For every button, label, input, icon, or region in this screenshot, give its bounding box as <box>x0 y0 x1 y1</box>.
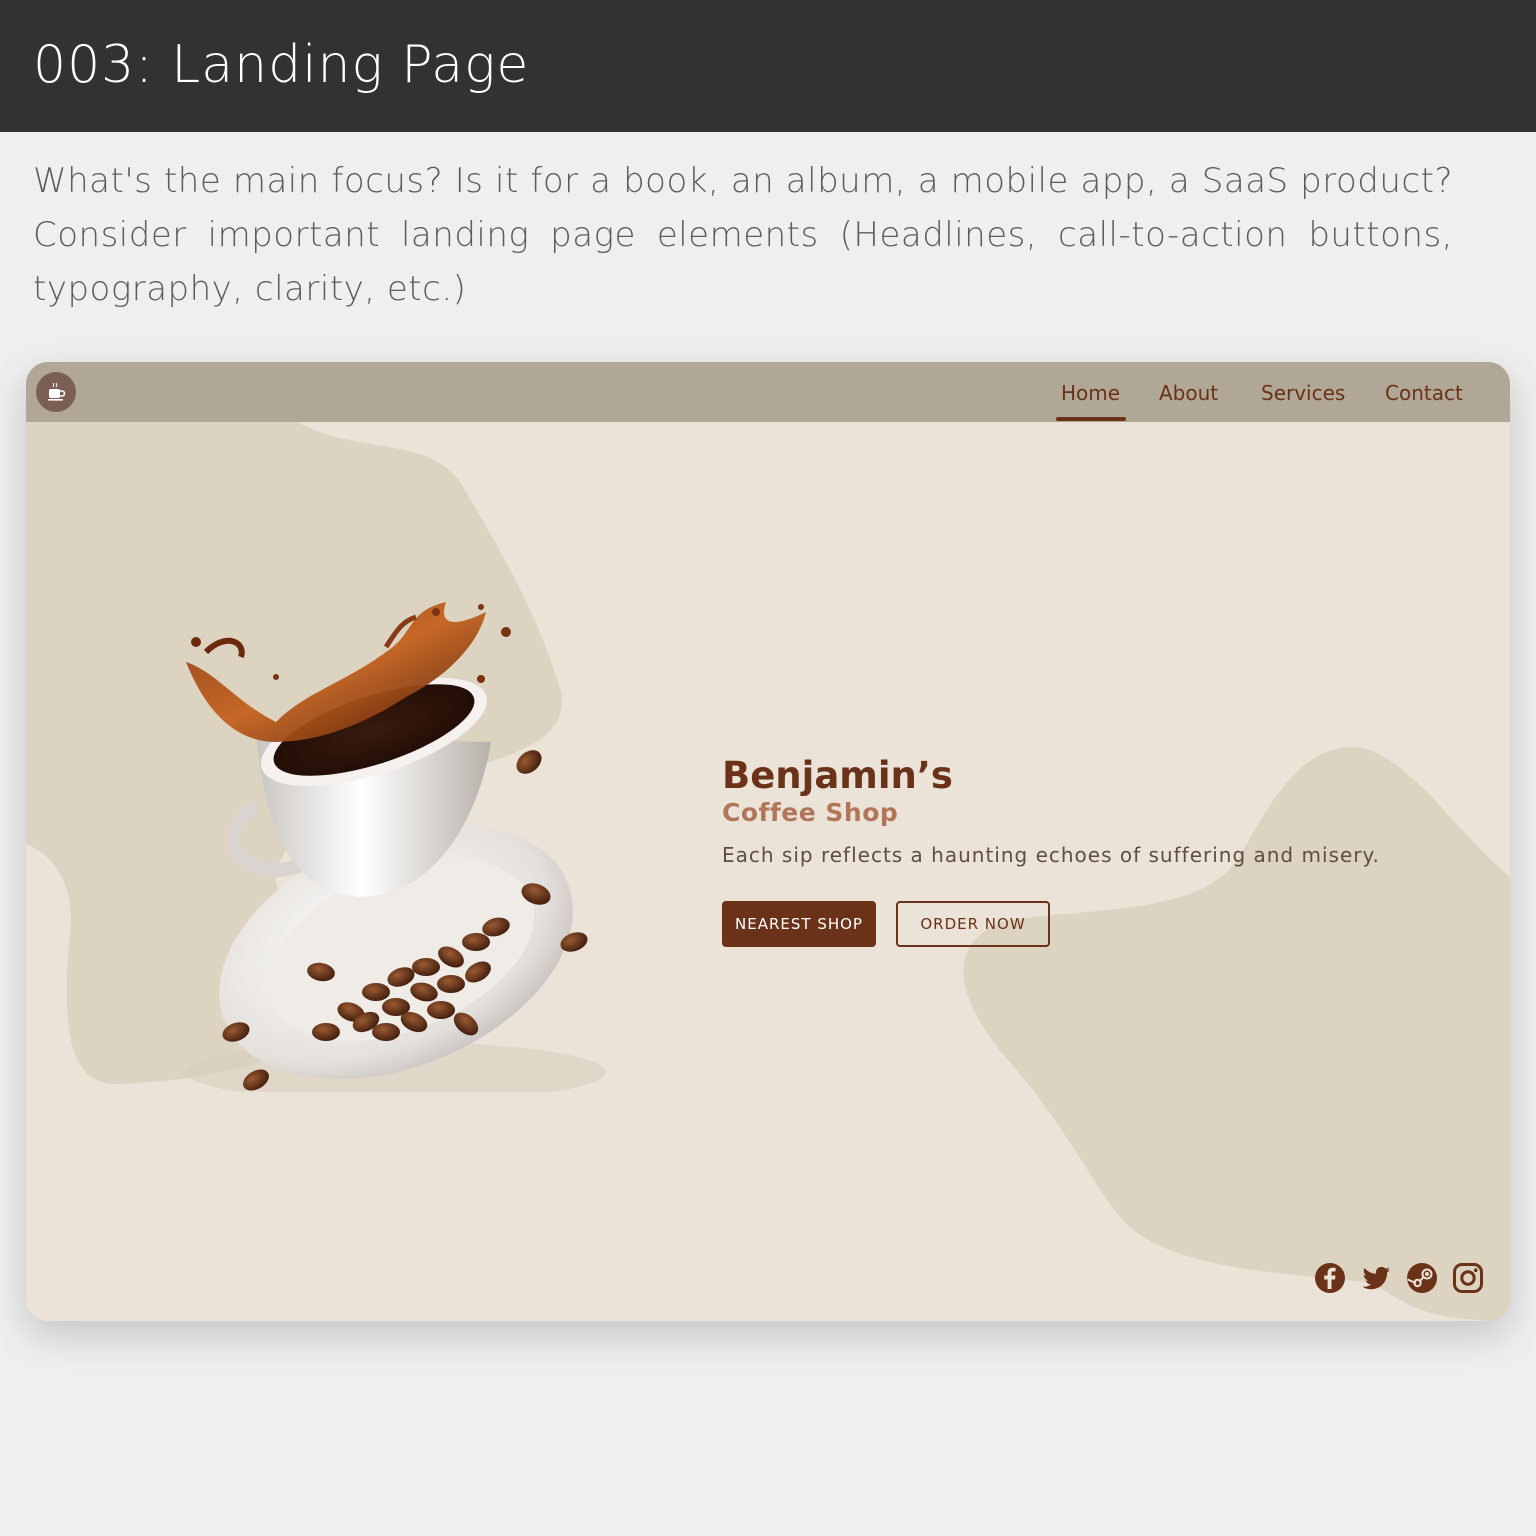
nav-services[interactable]: Services <box>1261 381 1345 405</box>
facebook-icon[interactable] <box>1314 1262 1346 1294</box>
order-now-button[interactable]: ORDER NOW <box>896 901 1050 947</box>
hero-section: Benjamin’s Coffee Shop Each sip reflects… <box>722 754 1442 947</box>
instagram-icon[interactable] <box>1452 1262 1484 1294</box>
hero-tagline: Each sip reflects a haunting echoes of s… <box>722 843 1380 867</box>
nearest-shop-button[interactable]: NEAREST SHOP <box>722 901 876 947</box>
page-title: 003: Landing Page <box>33 35 530 95</box>
nav-home[interactable]: Home <box>1061 381 1120 405</box>
twitter-icon[interactable] <box>1360 1262 1392 1294</box>
coffee-cup-illustration <box>186 602 606 1092</box>
brand-headline: Benjamin’s <box>722 754 953 797</box>
header-bar: 003: Landing Page <box>0 0 1536 132</box>
site-navbar: Home About Services Contact <box>26 362 1510 422</box>
landing-page-mockup: Home About Services Contact Benjamin’s C… <box>26 362 1510 1321</box>
steam-icon[interactable] <box>1406 1262 1438 1294</box>
coffee-logo-icon[interactable] <box>36 372 76 412</box>
social-links <box>1314 1262 1484 1294</box>
brand-subtitle: Coffee Shop <box>722 798 899 827</box>
nav-about[interactable]: About <box>1159 381 1218 405</box>
nav-contact[interactable]: Contact <box>1385 381 1463 405</box>
prompt-text: What's the main focus? Is it for a book,… <box>33 161 1453 309</box>
nav-active-indicator <box>1056 417 1126 421</box>
